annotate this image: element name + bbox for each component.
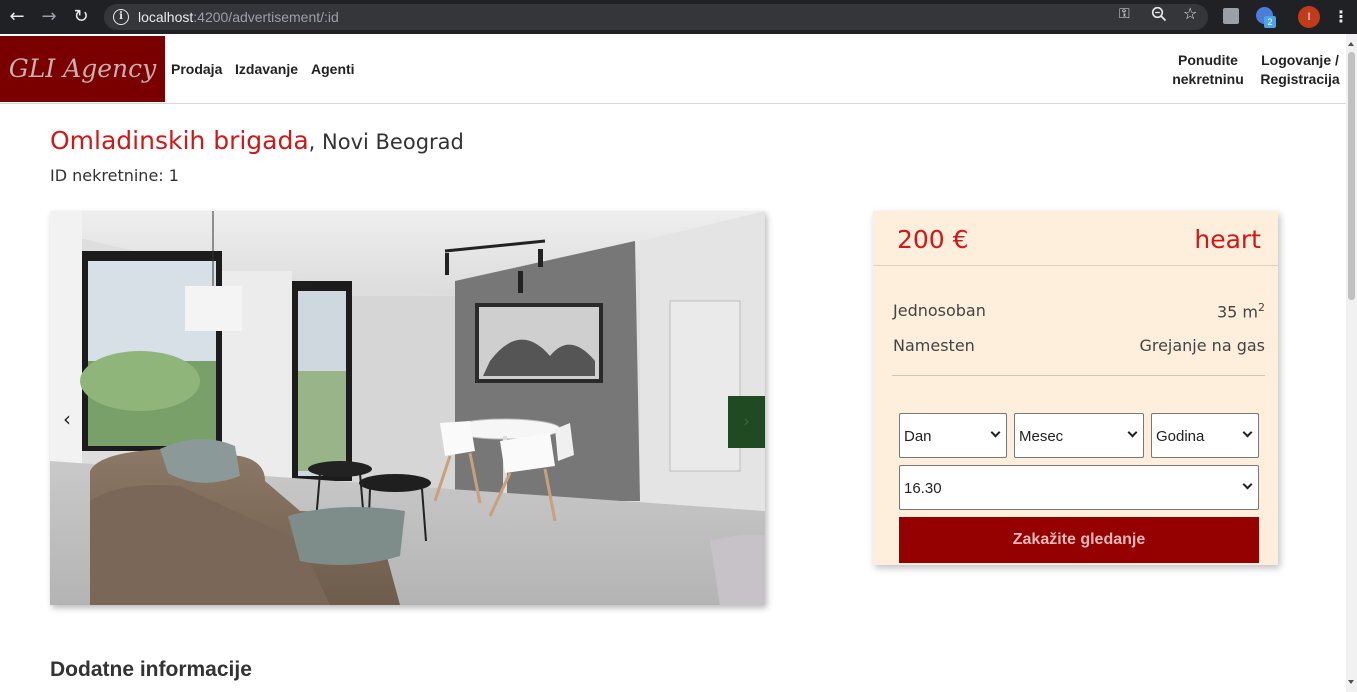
reload-icon[interactable]: ↻ — [70, 6, 92, 28]
star-icon[interactable]: ☆ — [1183, 6, 1197, 22]
chevron-down-icon — [1242, 479, 1253, 490]
scroll-up-icon[interactable] — [1348, 42, 1354, 46]
divider — [892, 375, 1265, 376]
schedule-viewing-button[interactable]: Zakažite gledanje — [899, 517, 1259, 563]
arrow-right-icon[interactable]: → — [38, 6, 60, 28]
login-register-link[interactable]: Logovanje / Registracija — [1254, 51, 1346, 89]
offer-property-link[interactable]: Ponudite nekretninu — [1168, 51, 1248, 89]
chevron-right-icon[interactable]: › — [728, 396, 765, 448]
nav-link-prodaja[interactable]: Prodaja — [171, 61, 222, 77]
chevron-down-icon — [1242, 427, 1253, 438]
extension-icon[interactable] — [1223, 8, 1239, 24]
site-logo[interactable]: GLI Agency — [0, 36, 165, 102]
day-select[interactable]: Dan — [899, 413, 1007, 458]
time-select[interactable]: 16.30 — [899, 465, 1259, 510]
menu-icon[interactable]: ⋮ — [1333, 6, 1349, 28]
chevron-down-icon — [990, 427, 1001, 438]
browser-toolbar: ← → ↻ i localhost:4200/advertisement/:id… — [0, 0, 1357, 34]
info-icon[interactable]: i — [113, 9, 129, 25]
favorite-heart-toggle[interactable]: heart — [1194, 225, 1261, 254]
month-select[interactable]: Mesec — [1014, 413, 1144, 458]
area-value: 35 m2 — [1216, 301, 1265, 322]
key-icon[interactable]: ⚿ — [1119, 6, 1130, 22]
scroll-down-icon[interactable] — [1348, 680, 1354, 684]
rooms-label: Jednosoban — [893, 301, 986, 320]
site-header: GLI Agency Prodaja Izdavanje Agenti Ponu… — [0, 34, 1346, 104]
divider — [873, 265, 1278, 266]
image-carousel: ‹ › — [50, 211, 765, 605]
nav-link-izdavanje[interactable]: Izdavanje — [235, 61, 298, 77]
address-bar[interactable]: i localhost:4200/advertisement/:id — [104, 4, 1208, 30]
year-select[interactable]: Godina — [1151, 413, 1259, 458]
arrow-left-icon[interactable]: ← — [6, 6, 28, 28]
property-id: ID nekretnine: 1 — [50, 166, 179, 185]
furnishing-label: Namesten — [893, 336, 975, 355]
page-title: Omladinskih brigada, Novi Beograd — [50, 125, 464, 158]
additional-info-heading: Dodatne informacije — [50, 658, 252, 681]
zoom-icon[interactable] — [1151, 6, 1167, 26]
url-text[interactable]: localhost:4200/advertisement/:id — [138, 8, 339, 26]
scrollbar-thumb[interactable] — [1348, 52, 1355, 300]
heating-label: Grejanje na gas — [1139, 336, 1265, 355]
extension-badge: 2 — [1264, 16, 1276, 28]
listing-street: Omladinskih brigada — [50, 126, 309, 155]
apartment-photo — [50, 211, 765, 605]
chevron-down-icon — [1127, 427, 1138, 438]
page-scrollbar[interactable] — [1346, 34, 1357, 692]
listing-city: , Novi Beograd — [308, 130, 464, 154]
nav-link-agenti[interactable]: Agenti — [311, 61, 355, 77]
price: 200 € — [897, 225, 969, 254]
booking-card: 200 € heart Jednosoban 35 m2 Namesten Gr… — [873, 211, 1278, 565]
chevron-left-icon[interactable]: ‹ — [63, 409, 71, 429]
profile-avatar[interactable]: I — [1298, 6, 1320, 28]
